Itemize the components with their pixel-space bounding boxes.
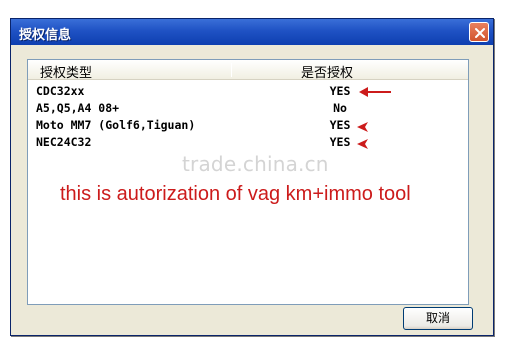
row-type: NEC24C32 [36,135,92,149]
row-authorized: No [333,101,347,115]
list-row[interactable]: NEC24C32 YES [36,135,456,152]
red-arrow-annotation-icon [357,122,368,132]
row-authorized: YES [329,135,351,149]
red-arrow-annotation-icon [357,139,368,149]
row-authorized: YES [329,118,351,132]
column-header-authorized[interactable]: 是否授权 [301,62,353,81]
list-row[interactable]: A5,Q5,A4 08+ No [36,101,456,118]
annotation-caption: this is autorization of vag km+immo tool [60,183,411,205]
red-arrow-annotation-icon [359,87,391,97]
row-authorized: YES [329,84,351,98]
title-bar[interactable]: 授权信息 [11,19,493,45]
list-row[interactable]: CDC32xx YES [36,84,456,101]
page-background: 授权信息 授权类型 是否授权 CDC32xx YES A5,Q5,A4 08+ … [0,0,512,347]
row-type: CDC32xx [36,84,85,98]
row-type: Moto MM7 (Golf6,Tiguan) [36,118,196,132]
close-icon [475,28,485,38]
authorization-list[interactable]: 授权类型 是否授权 CDC32xx YES A5,Q5,A4 08+ No Mo… [27,59,469,305]
list-row[interactable]: Moto MM7 (Golf6,Tiguan) YES [36,118,456,135]
list-header: 授权类型 是否授权 [28,60,468,81]
column-header-type[interactable]: 授权类型 [40,62,92,81]
window-title: 授权信息 [19,28,72,43]
cancel-button[interactable]: 取消 [403,307,473,330]
close-button[interactable] [469,22,489,42]
watermark-text: trade.china.cn [182,152,329,176]
authorization-dialog: 授权信息 授权类型 是否授权 CDC32xx YES A5,Q5,A4 08+ … [10,18,494,336]
column-divider[interactable] [231,63,232,77]
row-type: A5,Q5,A4 08+ [36,101,120,115]
